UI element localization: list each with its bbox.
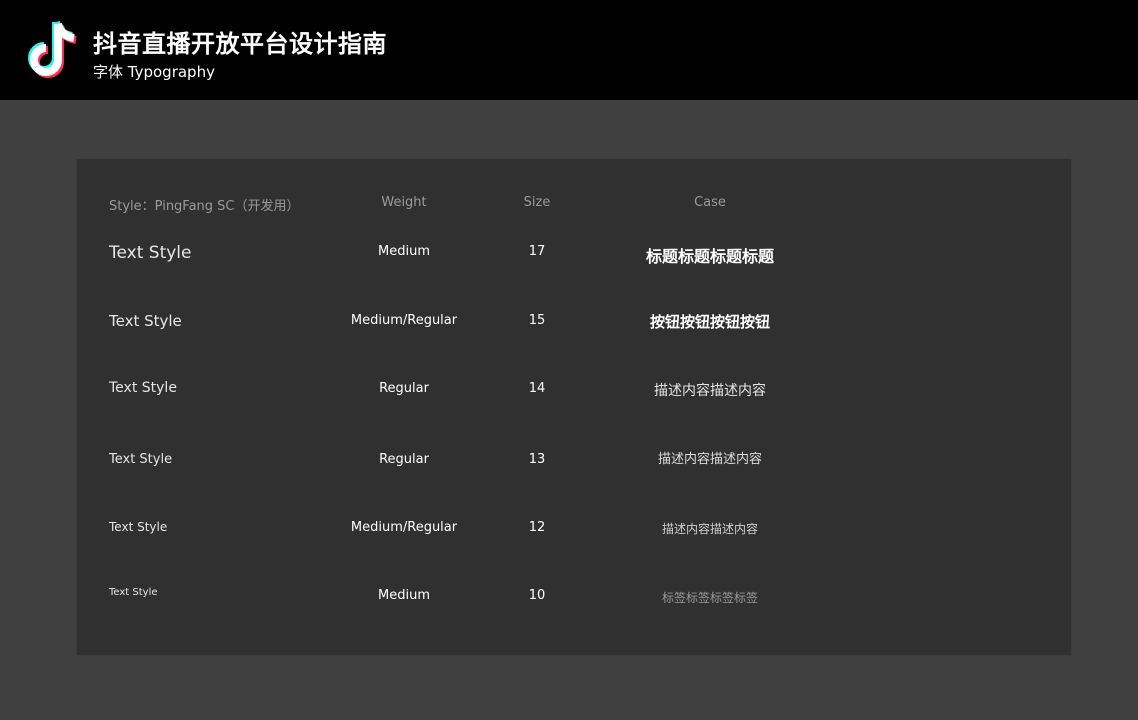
table-row-style: Text Style bbox=[109, 243, 192, 263]
tiktok-logo-icon bbox=[28, 20, 77, 78]
app-header: 抖音直播开放平台设计指南 字体 Typography bbox=[0, 0, 1138, 100]
table-row-style: Text Style bbox=[109, 312, 182, 330]
table-row-style: Text Style bbox=[109, 452, 173, 467]
typography-table: Style：PingFang SC（开发用） Weight Size Case … bbox=[76, 158, 1072, 656]
table-row-style: Text Style bbox=[109, 587, 158, 598]
table-row-style: Text Style bbox=[109, 380, 177, 396]
column-header-style: Style：PingFang SC（开发用） bbox=[109, 199, 300, 214]
table-row-style: Text Style bbox=[109, 520, 168, 534]
page-title: 抖音直播开放平台设计指南 bbox=[93, 30, 387, 58]
page-subtitle: 字体 Typography bbox=[93, 63, 215, 81]
